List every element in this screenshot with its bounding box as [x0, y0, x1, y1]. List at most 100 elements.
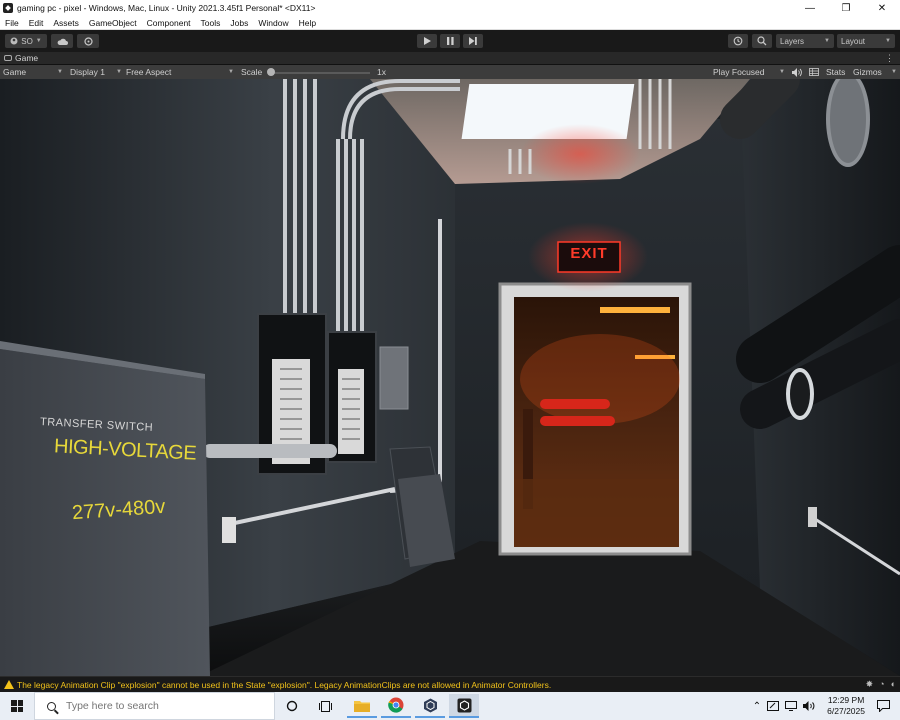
task-view-icon: [318, 700, 332, 712]
windows-taskbar: ⌃ 12:29 PM 6/27/2025: [0, 692, 900, 720]
volume-icon[interactable]: [803, 701, 815, 711]
notifications-icon[interactable]: [877, 700, 890, 712]
windows-logo-icon: [11, 700, 23, 712]
menu-jobs[interactable]: Jobs: [225, 18, 253, 28]
tab-game[interactable]: Game: [0, 53, 42, 63]
maximize-button[interactable]: ❐: [828, 0, 864, 16]
stats-grid-icon: [809, 68, 819, 76]
bug-icon[interactable]: ✸: [866, 679, 874, 690]
more-options-icon[interactable]: ⋮: [885, 53, 894, 64]
view-mode-dropdown[interactable]: Game ▼: [3, 66, 63, 78]
undo-history-button[interactable]: [728, 34, 748, 48]
chrome-icon: [388, 697, 404, 713]
taskbar-clock[interactable]: 12:29 PM 6/27/2025: [827, 695, 865, 717]
system-tray: ⌃ 12:29 PM 6/27/2025: [753, 692, 900, 720]
search-icon: [757, 36, 767, 46]
menu-window[interactable]: Window: [253, 18, 293, 28]
layers-label: Layers: [780, 36, 805, 46]
game-tab-strip: Game ⋮: [0, 52, 900, 65]
layout-dropdown[interactable]: Layout ▼: [837, 34, 895, 48]
scale-value: 1x: [377, 67, 386, 77]
account-dropdown[interactable]: SO ▼: [5, 34, 47, 48]
chevron-down-icon: ▼: [35, 38, 42, 44]
task-switcher-button[interactable]: [310, 694, 340, 718]
gizmos-dropdown[interactable]: Gizmos ▼: [853, 66, 897, 78]
menu-bar: File Edit Assets GameObject Component To…: [0, 16, 900, 30]
unity-editor-icon: [457, 698, 471, 712]
chrome-button[interactable]: [381, 694, 411, 718]
scale-slider-track[interactable]: [270, 72, 370, 74]
chevron-down-icon: ▼: [885, 38, 891, 44]
step-button[interactable]: [463, 34, 483, 48]
folder-icon: [354, 700, 370, 712]
close-button[interactable]: ✕: [864, 0, 900, 16]
account-icon: [10, 37, 18, 45]
main-toolbar: SO ▼ Layers ▼ Layout ▼: [0, 30, 900, 52]
chevron-up-icon[interactable]: ⌃: [753, 701, 761, 712]
taskbar-search-box[interactable]: [34, 692, 275, 720]
tab-game-label: Game: [15, 53, 39, 63]
chevron-down-icon: ▼: [116, 69, 122, 75]
menu-gameobject[interactable]: GameObject: [84, 18, 142, 28]
chevron-down-icon: ▼: [228, 69, 234, 75]
chevron-down-icon: ▼: [57, 69, 63, 75]
window-controls: — ❐ ✕: [792, 0, 900, 16]
console-message[interactable]: The legacy Animation Clip "explosion" ca…: [17, 680, 551, 690]
play-button[interactable]: [417, 34, 437, 48]
lighting-icon[interactable]: ◐: [891, 679, 896, 690]
game-viewport[interactable]: EXIT TRANSFER SWITCH HIGH-VOLTAGE 277v-4…: [0, 79, 900, 676]
collab-icon: [83, 36, 93, 46]
console-status-bar[interactable]: The legacy Animation Clip "explosion" ca…: [0, 676, 900, 692]
display-label: Display 1: [70, 67, 105, 77]
game-view-toolbar: Game ▼ Display 1 ▼ Free Aspect ▼ Scale 1…: [0, 65, 900, 79]
network-icon[interactable]: [785, 701, 798, 711]
mute-audio-button[interactable]: [792, 66, 802, 78]
chevron-down-icon: ▼: [824, 38, 830, 44]
menu-component[interactable]: Component: [142, 18, 196, 28]
play-mode-label: Play Focused: [713, 67, 765, 77]
warning-icon: [4, 680, 14, 689]
clock-time: 12:29 PM: [827, 695, 865, 705]
stats-toggle[interactable]: [809, 66, 819, 78]
start-button[interactable]: [0, 692, 34, 720]
menu-file[interactable]: File: [0, 18, 24, 28]
pen-tablet-icon[interactable]: [767, 701, 780, 711]
chevron-down-icon: ▼: [891, 69, 897, 75]
window-title: gaming pc - pixel - Windows, Mac, Linux …: [17, 3, 316, 13]
pause-icon: [446, 37, 454, 45]
pause-button[interactable]: [440, 34, 460, 48]
menu-help[interactable]: Help: [294, 18, 321, 28]
unity-editor-button[interactable]: [449, 694, 479, 718]
menu-tools[interactable]: Tools: [196, 18, 226, 28]
unity-hub-button[interactable]: [415, 694, 445, 718]
play-icon: [423, 37, 431, 45]
menu-assets[interactable]: Assets: [48, 18, 84, 28]
unity-app-icon: [3, 3, 13, 13]
layers-dropdown[interactable]: Layers ▼: [776, 34, 834, 48]
scale-slider-handle[interactable]: [267, 68, 275, 76]
cloud-button[interactable]: [51, 34, 73, 48]
collab-button[interactable]: [77, 34, 99, 48]
file-explorer-button[interactable]: [347, 694, 377, 718]
unity-hub-icon: [423, 698, 437, 712]
search-icon: [47, 701, 56, 711]
menu-edit[interactable]: Edit: [24, 18, 49, 28]
play-mode-dropdown[interactable]: Play Focused ▼: [713, 66, 785, 78]
speaker-icon: [792, 67, 802, 77]
account-label: SO: [21, 36, 33, 46]
aspect-label: Free Aspect: [126, 67, 172, 77]
search-button[interactable]: [752, 34, 772, 48]
taskbar-search-input[interactable]: [66, 700, 246, 712]
gizmos-label: Gizmos: [853, 67, 882, 77]
scale-label: Scale: [241, 67, 263, 77]
minimize-button[interactable]: —: [792, 0, 828, 16]
clock-date: 6/27/2025: [827, 706, 865, 716]
view-mode-label: Game: [3, 67, 27, 77]
aspect-dropdown[interactable]: Free Aspect ▼: [126, 66, 234, 78]
step-icon: [469, 37, 477, 45]
task-view-button[interactable]: [277, 694, 307, 718]
spinner-icon[interactable]: ◔: [879, 679, 884, 690]
chevron-down-icon: ▼: [779, 69, 785, 75]
stats-button[interactable]: Stats: [826, 66, 845, 78]
display-dropdown[interactable]: Display 1 ▼: [70, 66, 122, 78]
